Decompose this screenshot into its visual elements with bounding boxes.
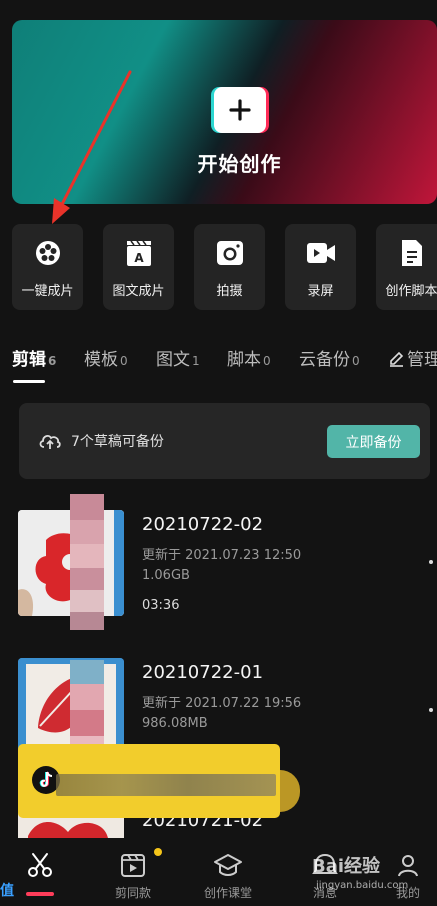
backup-banner: 7个草稿可备份 立即备份 xyxy=(19,403,430,479)
draft-duration: 03:36 xyxy=(142,598,180,613)
active-tab-indicator xyxy=(13,380,45,383)
backup-now-button[interactable]: 立即备份 xyxy=(327,425,420,458)
tool-label: 一键成片 xyxy=(21,284,74,299)
template-play-icon xyxy=(88,850,178,880)
baidu-watermark-url: jingyan.baidu.com xyxy=(316,880,409,891)
film-reel-icon xyxy=(33,238,63,268)
nav-creation-class[interactable]: 创作课堂 xyxy=(183,838,273,906)
plus-icon[interactable] xyxy=(214,87,266,133)
draft-item[interactable]: 20210722-02 更新于 2021.07.23 12:50 1.06GB … xyxy=(18,494,437,630)
tool-screen-record[interactable]: 录屏 xyxy=(285,224,356,310)
start-creation-title: 开始创作 xyxy=(197,152,282,176)
share-toast[interactable] xyxy=(18,744,280,818)
backup-message: 7个草稿可备份 xyxy=(71,434,164,450)
draft-updated: 更新于 2021.07.23 12:50 xyxy=(142,548,302,563)
nav-label: 创作课堂 xyxy=(203,886,252,900)
graduation-cap-icon xyxy=(183,850,273,880)
tool-label: 录屏 xyxy=(307,284,334,299)
tab-scripts[interactable]: 脚本 0 xyxy=(227,345,271,370)
draft-updated: 更新于 2021.07.22 19:56 xyxy=(142,696,302,711)
baidu-watermark: Bai经验 xyxy=(312,856,381,877)
tab-templates[interactable]: 模板 0 xyxy=(84,345,128,370)
tool-one-click-video[interactable]: 一键成片 xyxy=(12,224,83,310)
tab-cloud-backup[interactable]: 云备份 0 xyxy=(299,345,360,370)
tool-shoot[interactable]: 拍摄 xyxy=(194,224,265,310)
text-clapper-icon: A xyxy=(125,238,153,268)
privacy-mosaic xyxy=(70,494,104,630)
draft-title: 20210722-02 xyxy=(142,514,264,535)
notification-dot xyxy=(154,848,162,856)
edit-pencil-icon xyxy=(390,351,404,367)
tool-creation-script[interactable]: 创作脚本 xyxy=(376,224,437,310)
tool-label: 拍摄 xyxy=(216,284,243,299)
draft-title: 20210722-01 xyxy=(142,662,264,683)
nav-label: 剪同款 xyxy=(114,886,151,900)
nav-template-clone[interactable]: 剪同款 xyxy=(88,838,178,906)
cloud-upload-icon xyxy=(39,434,61,449)
scissors-icon xyxy=(0,850,85,880)
draft-size: 1.06GB xyxy=(142,568,190,583)
draft-size: 986.08MB xyxy=(142,716,208,731)
tab-edit[interactable]: 剪辑 6 xyxy=(12,345,56,370)
tab-text-graphics[interactable]: 图文 1 xyxy=(156,345,200,370)
quick-tools-row: 一键成片 A 图文成片 拍摄 录屏 创作脚本 xyxy=(12,224,437,310)
active-nav-indicator xyxy=(26,892,54,896)
more-options-icon[interactable] xyxy=(429,560,433,564)
blurred-toast-text xyxy=(56,774,276,796)
script-doc-icon xyxy=(399,238,425,268)
project-tabs: 剪辑 6 模板 0 图文 1 脚本 0 云备份 0 管理 xyxy=(12,345,437,385)
video-record-icon xyxy=(305,238,337,268)
start-creation-banner[interactable]: 开始创作 xyxy=(12,20,437,204)
side-watermark: 值 xyxy=(0,883,14,899)
more-options-icon[interactable] xyxy=(429,708,433,712)
svg-text:A: A xyxy=(134,251,144,265)
tab-manage[interactable]: 管理 xyxy=(388,345,437,370)
tool-label: 创作脚本 xyxy=(385,284,437,299)
tool-text-to-video[interactable]: A 图文成片 xyxy=(103,224,174,310)
tool-label: 图文成片 xyxy=(112,284,165,299)
camera-icon xyxy=(215,238,245,268)
